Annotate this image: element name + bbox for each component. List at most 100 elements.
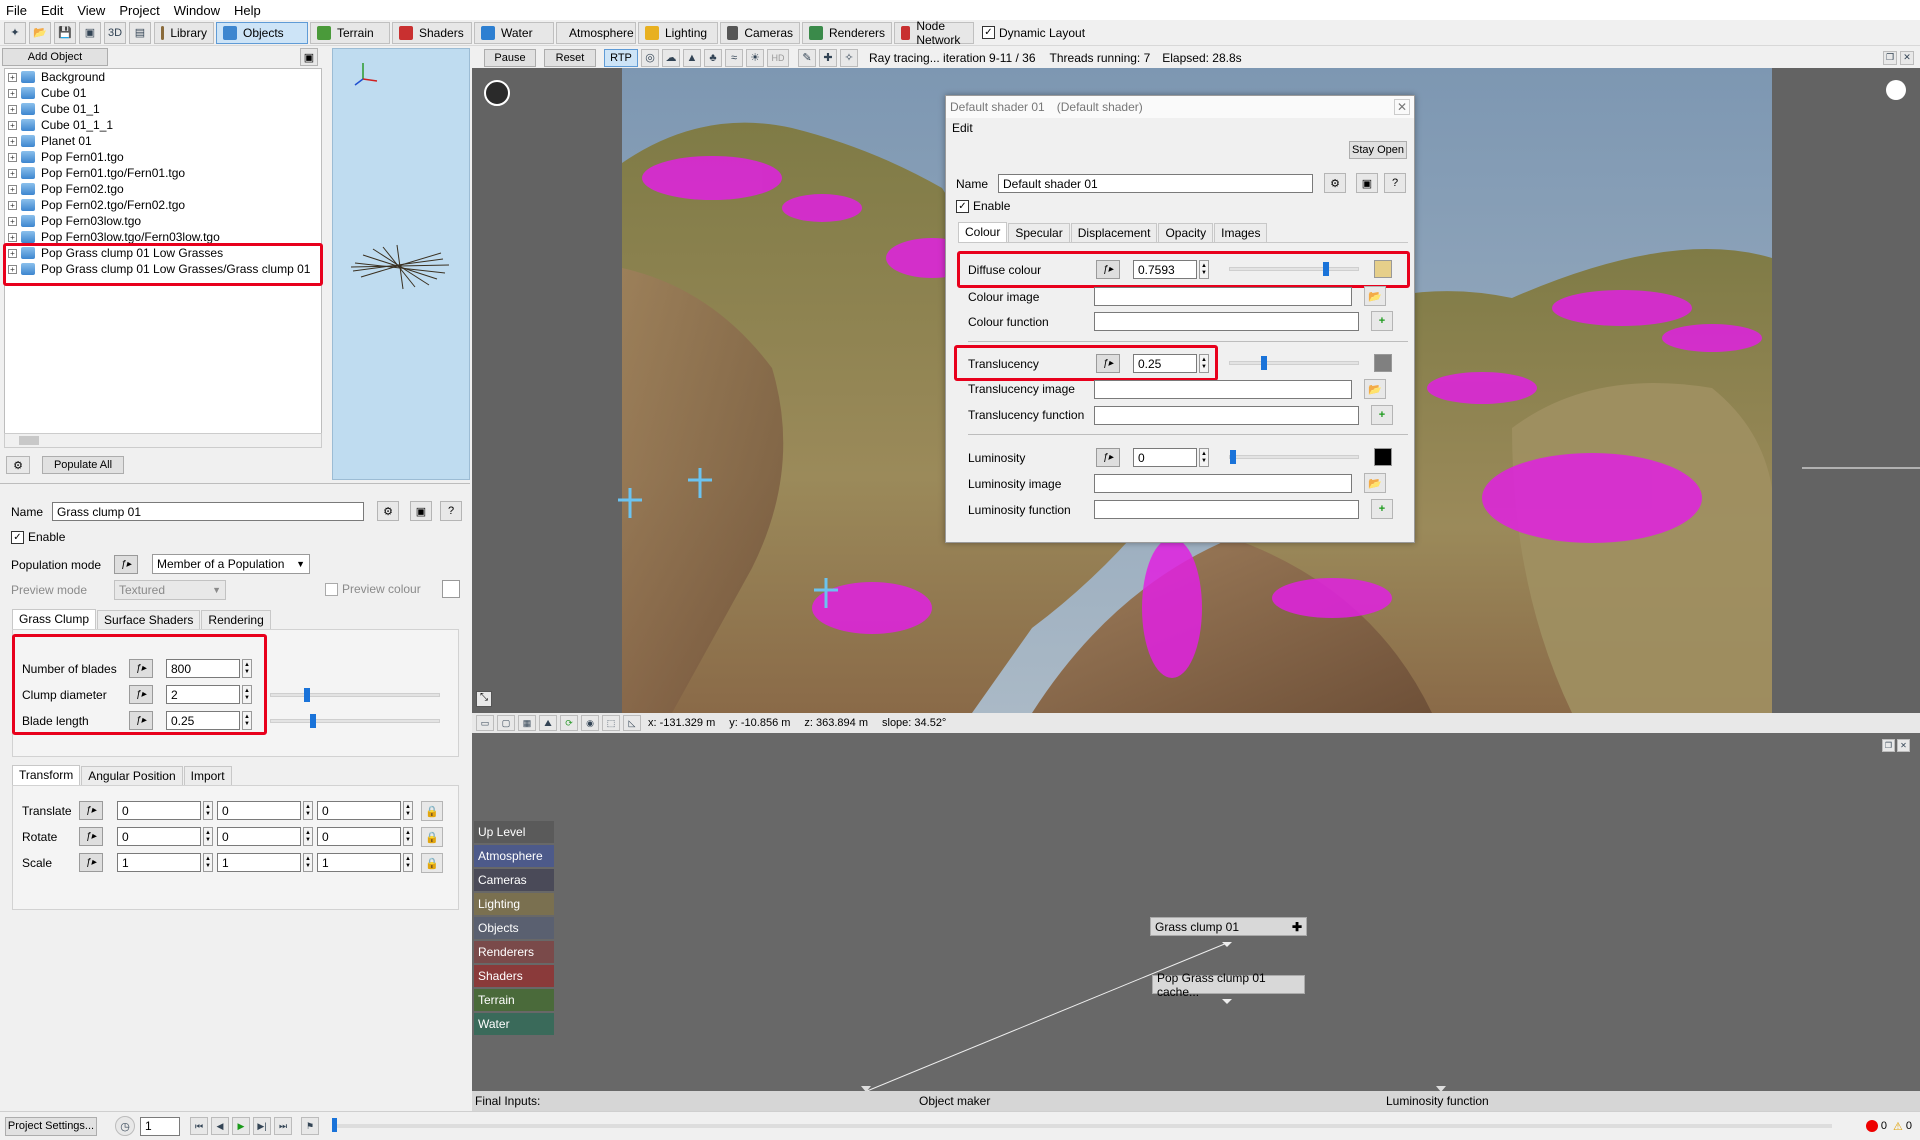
expand-icon[interactable]: + <box>8 120 17 130</box>
toolbar-tab-cameras[interactable]: Cameras <box>720 21 800 44</box>
populate-all-button[interactable]: Populate All <box>42 456 124 474</box>
colour-image-input[interactable] <box>1094 287 1352 306</box>
menu-edit[interactable]: Edit <box>41 3 63 18</box>
sphere-icon[interactable]: ◎ <box>641 48 659 67</box>
brush-icon[interactable]: ✎ <box>798 48 816 67</box>
restore-icon[interactable]: ❐ <box>1883 50 1897 65</box>
object-window-icon[interactable]: ▣ <box>410 501 432 521</box>
tab-angular-position[interactable]: Angular Position <box>81 766 183 785</box>
luminosity-slider[interactable] <box>1229 450 1359 464</box>
first-frame-icon[interactable]: ⏮ <box>190 1117 208 1135</box>
colour-function-input[interactable] <box>1094 312 1359 331</box>
transform-function-button[interactable]: ƒ▸ <box>79 801 103 820</box>
toolbar-tab-water[interactable]: Water <box>474 21 554 44</box>
pin-icon[interactable]: ✚ <box>819 48 837 67</box>
lock-icon[interactable]: 🔒 <box>421 853 443 873</box>
timeline-thumb[interactable] <box>332 1118 337 1132</box>
mountain-icon[interactable]: ▲ <box>683 48 701 67</box>
tab-grass-clump[interactable]: Grass Clump <box>12 609 97 629</box>
menu-window[interactable]: Window <box>174 3 220 18</box>
stay-open-button[interactable]: Stay Open <box>1349 141 1407 159</box>
tab-images[interactable]: Images <box>1214 223 1268 242</box>
expand-icon[interactable]: + <box>8 152 17 162</box>
param-slider[interactable] <box>270 688 440 702</box>
transform-spinner[interactable]: ▲ ▼ <box>203 801 213 820</box>
reset-button[interactable]: Reset <box>544 48 596 67</box>
transform-input[interactable]: 0 <box>317 801 401 820</box>
toolbar-tab-atmosphere[interactable]: Atmosphere <box>556 21 636 44</box>
lock-view-icon[interactable]: ▢ <box>497 715 515 731</box>
slope-icon[interactable]: ◺ <box>623 715 641 731</box>
expand-icon[interactable]: + <box>8 200 17 210</box>
transform-input[interactable]: 0 <box>217 801 301 820</box>
tab-colour[interactable]: Colour <box>958 222 1008 242</box>
expand-icon[interactable]: + <box>8 168 17 178</box>
play-icon[interactable]: ▶ <box>232 1117 250 1135</box>
tree-item[interactable]: + Cube 01 <box>5 85 321 101</box>
toolbar-tab-renderers[interactable]: Renderers <box>802 21 892 44</box>
pause-button[interactable]: Pause <box>484 48 536 67</box>
preview-mode-dropdown[interactable]: Textured ▼ <box>114 580 226 600</box>
last-frame-icon[interactable]: ⏭ <box>274 1117 292 1135</box>
add-object-button[interactable]: Add Object <box>2 48 108 66</box>
menu-project[interactable]: Project <box>119 3 159 18</box>
colour-function-add-icon[interactable]: + <box>1371 311 1393 331</box>
shader-enable-toggle[interactable]: ✓ Enable <box>956 199 1010 213</box>
node-grass-clump[interactable]: Grass clump 01 ✚ <box>1150 917 1307 936</box>
tree-item[interactable]: + Pop Fern03low.tgo <box>5 213 321 229</box>
luminosity-input[interactable]: 0 <box>1133 448 1197 467</box>
tab-specular[interactable]: Specular <box>1008 223 1070 242</box>
tree-item[interactable]: + Planet 01 <box>5 133 321 149</box>
expand-icon[interactable]: + <box>8 216 17 226</box>
sun-icon[interactable]: ☀ <box>746 48 764 67</box>
menu-view[interactable]: View <box>77 3 105 18</box>
object-gear-icon[interactable]: ⚙ <box>377 501 399 521</box>
project-settings-button[interactable]: Project Settings... <box>5 1116 97 1136</box>
param-slider[interactable] <box>270 714 440 728</box>
luminosity-spinner[interactable]: ▲ ▼ <box>1199 448 1209 467</box>
prev-frame-icon[interactable]: ◀ <box>211 1117 229 1135</box>
tree-item[interactable]: + Pop Fern02.tgo <box>5 181 321 197</box>
tree-item[interactable]: + Pop Fern02.tgo/Fern02.tgo <box>5 197 321 213</box>
luminosity-image-input[interactable] <box>1094 474 1352 493</box>
transform-input[interactable]: 0 <box>117 827 201 846</box>
node-pop-grass-cache[interactable]: Pop Grass clump 01 cache... <box>1152 971 1305 999</box>
expand-icon[interactable]: + <box>8 136 17 146</box>
colour-image-folder-icon[interactable]: 📂 <box>1364 286 1386 306</box>
expand-icon[interactable]: + <box>8 88 17 98</box>
next-frame-icon[interactable]: ▶| <box>253 1117 271 1135</box>
tab-surface-shaders[interactable]: Surface Shaders <box>97 610 201 629</box>
transform-spinner[interactable]: ▲ ▼ <box>403 853 413 872</box>
preview-colour-toggle[interactable]: Preview colour <box>325 582 421 596</box>
transform-spinner[interactable]: ▲ ▼ <box>203 853 213 872</box>
luminosity-slider-thumb[interactable] <box>1230 450 1236 464</box>
render-view-icon[interactable]: ▦ <box>518 715 536 731</box>
transform-input[interactable]: 0 <box>217 827 301 846</box>
transform-input[interactable]: 1 <box>117 853 201 872</box>
object-help-icon[interactable]: ? <box>440 501 462 521</box>
translucency-slider[interactable] <box>1229 356 1359 370</box>
toolbar-tab-terrain[interactable]: Terrain <box>310 21 390 44</box>
lock-icon[interactable]: 🔒 <box>421 801 443 821</box>
menu-file[interactable]: File <box>6 3 27 18</box>
populate-settings-icon[interactable]: ⚙ <box>6 456 30 474</box>
dynamic-layout-checkbox[interactable]: ✓ <box>982 26 995 39</box>
toolbar-tab-lighting[interactable]: Lighting <box>638 21 718 44</box>
translucency-image-folder-icon[interactable]: 📂 <box>1364 379 1386 399</box>
luminosity-function-add-icon[interactable]: + <box>1371 499 1393 519</box>
water-icon[interactable]: ≈ <box>725 48 743 67</box>
image-icon[interactable]: ▤ <box>129 21 151 44</box>
preview-colour-swatch[interactable] <box>442 580 460 598</box>
input-luminosity-function[interactable]: Luminosity function <box>1386 1094 1489 1108</box>
tree-item[interactable]: + Pop Fern01.tgo <box>5 149 321 165</box>
translucency-image-input[interactable] <box>1094 380 1352 399</box>
eye-icon[interactable]: ◉ <box>581 715 599 731</box>
transform-function-button[interactable]: ƒ▸ <box>79 827 103 846</box>
menu-help[interactable]: Help <box>234 3 261 18</box>
param-slider-thumb[interactable] <box>303 688 310 702</box>
tab-rendering[interactable]: Rendering <box>201 610 271 629</box>
expand-icon[interactable]: + <box>8 104 17 114</box>
camera-view-icon[interactable]: ▭ <box>476 715 494 731</box>
expand-icon[interactable]: + <box>8 72 17 82</box>
transform-function-button[interactable]: ƒ▸ <box>79 853 103 872</box>
